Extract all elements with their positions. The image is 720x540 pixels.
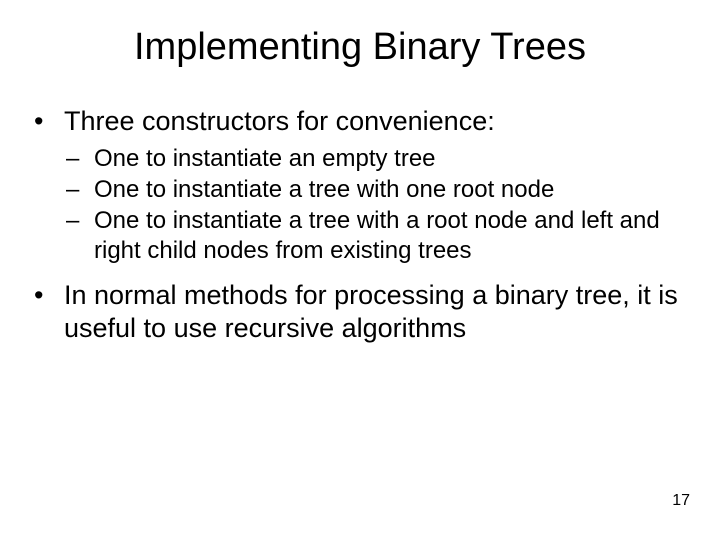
dash-icon: – (66, 206, 94, 265)
sub-text: One to instantiate a tree with one root … (94, 175, 690, 204)
sub-list: – One to instantiate an empty tree – One… (66, 144, 690, 265)
slide-title: Implementing Binary Trees (0, 0, 720, 79)
sub-text: One to instantiate an empty tree (94, 144, 690, 173)
slide: Implementing Binary Trees • Three constr… (0, 0, 720, 540)
bullet-item: • In normal methods for processing a bin… (30, 279, 690, 345)
sub-item: – One to instantiate an empty tree (66, 144, 690, 173)
bullet-dot-icon: • (30, 279, 64, 345)
dash-icon: – (66, 144, 94, 173)
bullet-text: Three constructors for convenience: (64, 105, 690, 138)
bullet-text: In normal methods for processing a binar… (64, 279, 690, 345)
dash-icon: – (66, 175, 94, 204)
bullet-dot-icon: • (30, 105, 64, 138)
page-number: 17 (672, 492, 690, 510)
sub-item: – One to instantiate a tree with a root … (66, 206, 690, 265)
bullet-item: • Three constructors for convenience: (30, 105, 690, 138)
sub-text: One to instantiate a tree with a root no… (94, 206, 690, 265)
sub-item: – One to instantiate a tree with one roo… (66, 175, 690, 204)
slide-body: • Three constructors for convenience: – … (0, 79, 720, 345)
